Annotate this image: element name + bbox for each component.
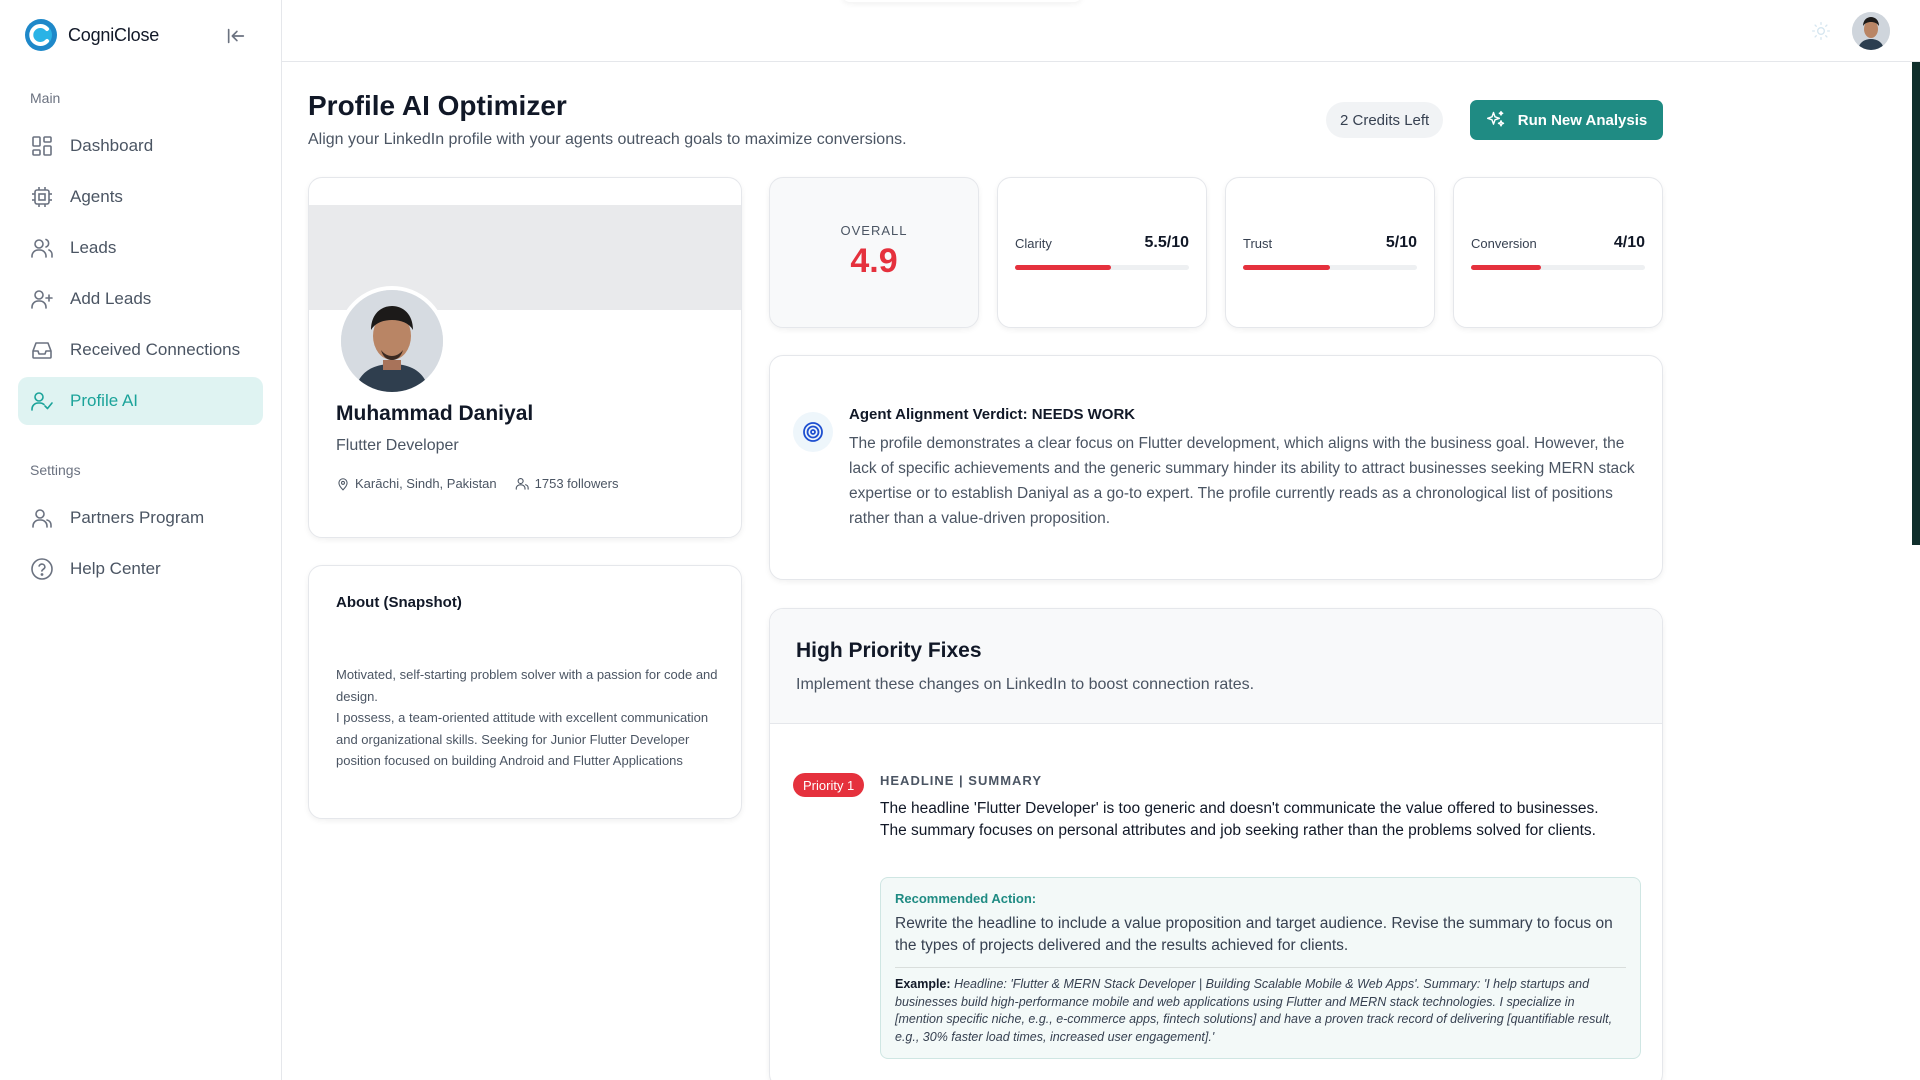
users-icon [515, 477, 529, 490]
sun-icon [1812, 22, 1830, 40]
sparkles-icon [1486, 110, 1504, 127]
credits-badge: 2 Credits Left [1326, 102, 1444, 138]
fix-description: The headline 'Flutter Developer' is too … [880, 800, 1599, 839]
sidebar: CogniClose Main Dashboard Agents Leads A… [0, 0, 282, 1080]
sidebar-item-label: Partners Program [70, 508, 205, 527]
collapse-sidebar-button[interactable] [222, 22, 250, 50]
metric-label: Conversion [1471, 236, 1537, 251]
sidebar-item-label: Profile AI [70, 391, 139, 410]
about-text: Motivated, self-starting problem solver … [336, 667, 718, 768]
metric-progress-track [1015, 265, 1189, 270]
priority-badge: Priority 1 [793, 773, 865, 797]
profile-location: Karāchi, Sindh, Pakistan [336, 476, 497, 491]
fix-tags: HEADLINE | SUMMARY [880, 773, 1042, 788]
sidebar-item-label: Help Center [70, 559, 161, 578]
divider [895, 967, 1626, 968]
metric-value: 5/10 [1385, 234, 1417, 251]
scrollbar[interactable] [1912, 62, 1920, 545]
page-title: Profile AI Optimizer [308, 90, 567, 121]
users-icon [31, 238, 53, 258]
brand[interactable]: CogniClose [24, 18, 159, 52]
sidebar-item-received-connections[interactable]: Received Connections [18, 326, 263, 374]
avatar-portrait-icon [341, 290, 443, 392]
recommended-action-box: Recommended Action: Rewrite the headline… [880, 877, 1641, 1059]
profile-headline: Flutter Developer [336, 437, 459, 454]
profile-followers: 1753 followers [515, 476, 619, 491]
verdict-text: The profile demonstrates a clear focus o… [849, 435, 1635, 527]
fixes-header: High Priority Fixes Implement these chan… [770, 609, 1662, 724]
profile-name: Muhammad Daniyal [336, 402, 534, 425]
metric-progress-track [1243, 265, 1417, 270]
overall-score-card: OVERALL 4.9 [769, 177, 979, 328]
sidebar-item-label: Received Connections [70, 340, 241, 359]
user-check-icon [31, 392, 53, 411]
run-new-analysis-button[interactable]: Run New Analysis [1470, 100, 1663, 140]
fixes-subtitle: Implement these changes on LinkedIn to b… [796, 676, 1255, 693]
theme-toggle-button[interactable] [1810, 20, 1832, 42]
example-body: Headline: 'Flutter & MERN Stack Develope… [895, 977, 1613, 1044]
inbox-icon [32, 342, 52, 359]
sidebar-item-label: Add Leads [70, 289, 152, 308]
sidebar-item-profile-ai[interactable]: Profile AI [18, 377, 263, 425]
sidebar-item-agents[interactable]: Agents [18, 173, 263, 221]
collapse-icon [227, 28, 245, 44]
metric-progress-track [1471, 265, 1645, 270]
profile-location-text: Karāchi, Sindh, Pakistan [355, 476, 497, 491]
avatar-portrait-icon [1852, 12, 1890, 50]
brand-logo-icon [25, 19, 57, 51]
example-text: Example: Headline: 'Flutter & MERN Stack… [895, 976, 1625, 1046]
fixes-title: High Priority Fixes [796, 639, 982, 662]
map-pin-icon [338, 477, 348, 491]
sidebar-item-leads[interactable]: Leads [18, 224, 263, 272]
overall-score: 4.9 [850, 242, 898, 280]
overall-label: OVERALL [840, 223, 908, 238]
profile-card: Muhammad Daniyal Flutter Developer Karāc… [308, 177, 742, 538]
target-icon [793, 412, 833, 452]
verdict-card: Agent Alignment Verdict: NEEDS WORK The … [769, 355, 1663, 580]
about-title: About (Snapshot) [336, 594, 462, 611]
help-circle-icon [31, 558, 53, 580]
metric-progress-fill [1015, 265, 1111, 270]
user-plus-icon [31, 290, 53, 309]
recommended-action-label: Recommended Action: [895, 891, 1037, 906]
sidebar-item-add-leads[interactable]: Add Leads [18, 275, 263, 323]
trust-score-card: Trust 5/10 [1225, 177, 1435, 328]
metric-label: Clarity [1015, 236, 1052, 251]
metric-progress-fill [1243, 265, 1330, 270]
users-icon [32, 509, 52, 528]
sidebar-item-dashboard[interactable]: Dashboard [18, 122, 263, 170]
metric-value: 4/10 [1613, 234, 1645, 251]
priority-fixes-card: High Priority Fixes Implement these chan… [769, 608, 1663, 1080]
example-label: Example: [895, 977, 951, 991]
metric-value: 5.5/10 [1144, 234, 1189, 251]
sidebar-item-label: Leads [70, 238, 117, 257]
clarity-score-card: Clarity 5.5/10 [997, 177, 1207, 328]
user-avatar[interactable] [1852, 12, 1890, 50]
sidebar-item-help-center[interactable]: Help Center [18, 545, 263, 593]
page-subtitle: Align your LinkedIn profile with your ag… [308, 131, 907, 148]
dashboard-icon [32, 136, 52, 156]
top-pill [842, 0, 1082, 2]
recommended-action-text: Rewrite the headline to include a value … [895, 915, 1613, 954]
section-label-main: Main [30, 90, 61, 106]
chip-icon [32, 187, 52, 207]
profile-meta: Karāchi, Sindh, Pakistan 1753 followers [336, 476, 618, 491]
verdict-title: Agent Alignment Verdict: NEEDS WORK [849, 406, 1136, 423]
section-label-settings: Settings [30, 462, 81, 478]
sidebar-item-partners-program[interactable]: Partners Program [18, 494, 263, 542]
conversion-score-card: Conversion 4/10 [1453, 177, 1663, 328]
topbar [282, 0, 1920, 62]
profile-followers-text: 1753 followers [534, 476, 619, 491]
about-card: About (Snapshot) Motivated, self-startin… [308, 565, 742, 819]
run-button-label: Run New Analysis [1517, 111, 1648, 129]
brand-name: CogniClose [68, 24, 160, 45]
metric-label: Trust [1243, 236, 1273, 251]
profile-avatar [337, 286, 447, 396]
metric-progress-fill [1471, 265, 1541, 270]
sidebar-item-label: Agents [70, 187, 123, 206]
sidebar-item-label: Dashboard [70, 136, 154, 155]
